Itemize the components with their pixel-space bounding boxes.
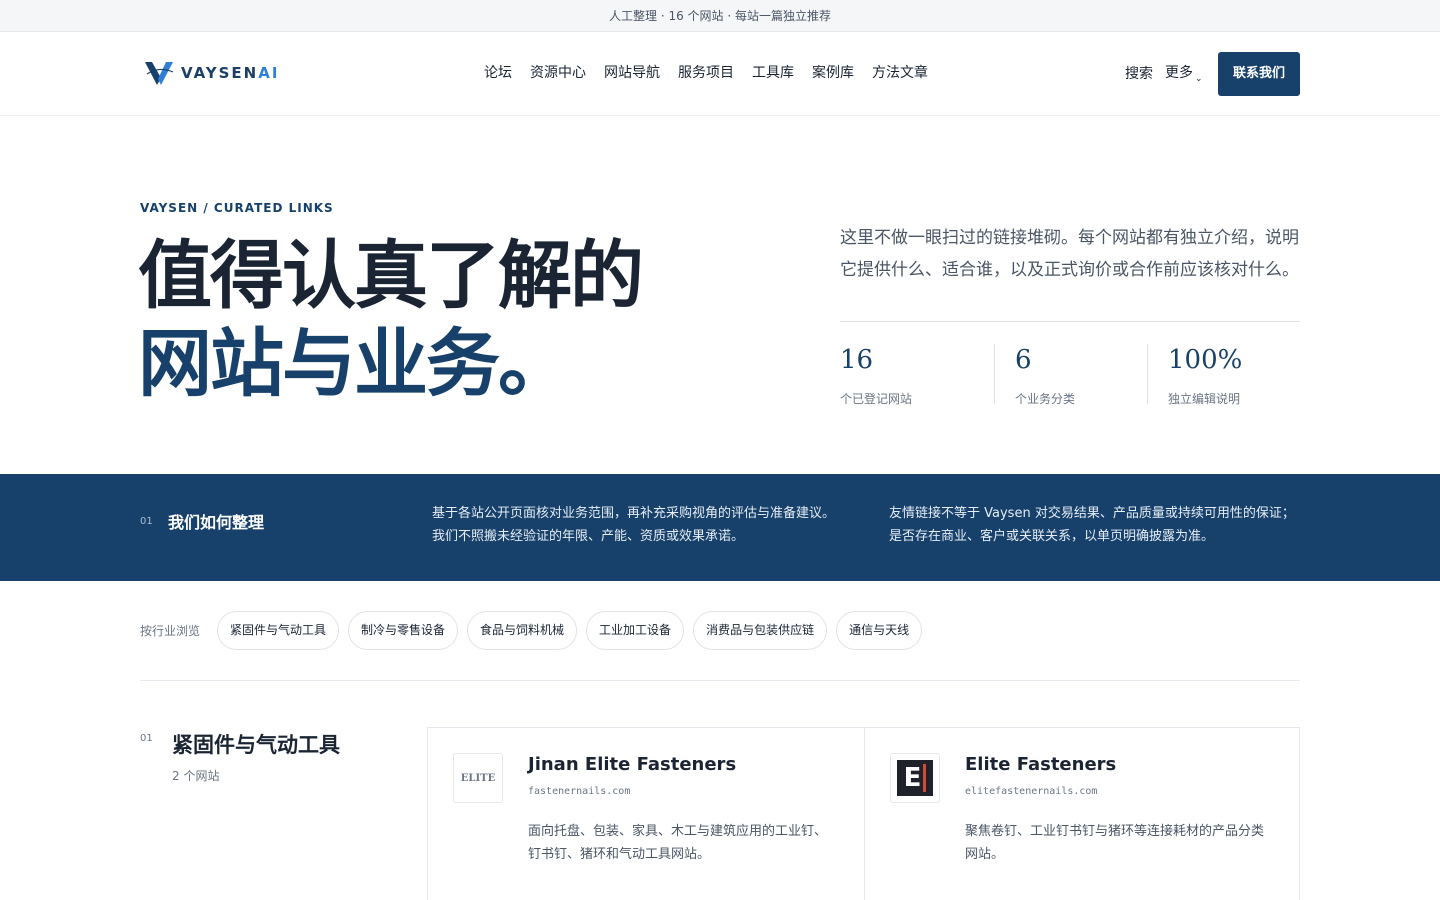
site-card-title[interactable]: Jinan Elite Fasteners xyxy=(528,754,736,775)
site-logo-e: E xyxy=(890,753,940,803)
site-card-url[interactable]: fastenernails.com xyxy=(528,786,630,797)
band-text-line: 我们不照搬未经验证的年限、产能、资质或效果承诺。 xyxy=(432,529,745,544)
site-card-description: 面向托盘、包装、家具、木工与建筑应用的工业钉、 钉书钉、猪环和气动工具网站。 xyxy=(528,820,838,866)
filter-chip-refrigeration[interactable]: 制冷与零售设备 xyxy=(348,611,459,650)
site-logo-text: E xyxy=(904,764,927,792)
section-title: 紧固件与气动工具 xyxy=(172,733,340,757)
filter-chip-telecom[interactable]: 通信与天线 xyxy=(836,611,923,650)
hero-title-line-1: 值得认真了解的 xyxy=(138,233,644,319)
e-logo-icon: E xyxy=(897,760,933,796)
stat-label: 独立编辑说明 xyxy=(1168,392,1241,406)
nav-articles[interactable]: 方法文章 xyxy=(872,63,928,83)
hero-title-line-2: 网站与业务。 xyxy=(138,321,572,407)
site-logo-text: ELITE xyxy=(460,772,496,784)
filter-label: 按行业浏览 xyxy=(140,624,201,638)
stat-categories: 6 个业务分类 xyxy=(1015,344,1076,406)
logo-wordmark: VAYSENAI xyxy=(181,64,280,82)
nav-forum[interactable]: 论坛 xyxy=(484,63,512,83)
hero-description: 这里不做一眼扫过的链接堆砌。每个网站都有独立介绍，说明它提供什么、适合谁，以及正… xyxy=(840,228,1299,280)
stat-separator xyxy=(994,344,995,404)
section-number: 01 xyxy=(140,733,153,744)
announcement-bar: 人工整理 · 16 个网站 · 每站一篇独立推荐 xyxy=(0,0,1440,32)
hero-title: 值得认真了解的 网站与业务。 xyxy=(138,232,778,408)
stat-value: 16 xyxy=(840,345,874,375)
stat-label: 个业务分类 xyxy=(1015,392,1076,406)
nav-services[interactable]: 服务项目 xyxy=(678,63,734,83)
band-title: 我们如何整理 xyxy=(168,513,265,532)
section-site-count: 2 个网站 xyxy=(172,769,220,783)
band-number: 01 xyxy=(140,516,153,527)
stat-editorial: 100% 独立编辑说明 xyxy=(1168,344,1243,406)
site-card-url[interactable]: elitefastenernails.com xyxy=(965,786,1097,797)
site-cards: ELITE Jinan Elite Fasteners fastenernail… xyxy=(427,727,1300,900)
vaysen-logo-icon xyxy=(145,62,174,85)
band-paragraph-2: 友情链接不等于 Vaysen 对交易结果、产品质量或持续可用性的保证； 是否存在… xyxy=(889,502,1295,548)
nav-resources[interactable]: 资源中心 xyxy=(530,63,586,83)
filter-chip-fasteners[interactable]: 紧固件与气动工具 xyxy=(217,611,340,650)
nav-cases[interactable]: 案例库 xyxy=(812,63,854,83)
contact-us-button[interactable]: 联系我们 xyxy=(1218,52,1300,96)
stats-divider xyxy=(840,321,1300,322)
hero-eyebrow: VAYSEN / CURATED LINKS xyxy=(140,201,334,215)
header-utilities: 搜索 更多 ⌄ xyxy=(1125,63,1203,85)
band-text-line: 基于各站公开页面核对业务范围，再补充采购视角的评估与准备建议。 xyxy=(432,506,836,521)
industry-filter-chips: 紧固件与气动工具 制冷与零售设备 食品与饲料机械 工业加工设备 消费品与包装供应… xyxy=(217,611,923,650)
filter-chip-consumer-packaging[interactable]: 消费品与包装供应链 xyxy=(693,611,828,650)
site-logo[interactable]: VAYSENAI xyxy=(143,58,279,88)
nav-tools[interactable]: 工具库 xyxy=(752,63,794,83)
stat-sites: 16 个已登记网站 xyxy=(840,344,913,406)
band-text-line: 是否存在商业、客户或关联关系，以单页明确披露为准。 xyxy=(889,529,1215,544)
band-text-line: 友情链接不等于 Vaysen 对交易结果、产品质量或持续可用性的保证； xyxy=(889,506,1295,521)
chevron-down-icon: ⌄ xyxy=(1195,74,1203,84)
search-link[interactable]: 搜索 xyxy=(1125,64,1153,84)
methodology-band: 01 我们如何整理 基于各站公开页面核对业务范围，再补充采购视角的评估与准备建议… xyxy=(0,474,1440,581)
stat-value: 100% xyxy=(1168,345,1243,375)
stat-label: 个已登记网站 xyxy=(840,392,913,406)
site-logo-elite: ELITE xyxy=(453,753,503,803)
stat-separator xyxy=(1147,344,1148,404)
description-line: 钉书钉、猪环和气动工具网站。 xyxy=(528,847,711,862)
nav-site-directory[interactable]: 网站导航 xyxy=(604,63,660,83)
stat-value: 6 xyxy=(1015,345,1032,375)
filter-chip-industrial[interactable]: 工业加工设备 xyxy=(586,611,685,650)
announcement-text: 人工整理 · 16 个网站 · 每站一篇独立推荐 xyxy=(609,9,831,23)
section-divider xyxy=(140,680,1300,681)
band-paragraph-1: 基于各站公开页面核对业务范围，再补充采购视角的评估与准备建议。 我们不照搬未经验… xyxy=(432,502,835,548)
site-card[interactable]: E Elite Fasteners elitefastenernails.com… xyxy=(864,728,1300,900)
description-line: 网站。 xyxy=(965,847,1005,862)
description-line: 聚焦卷钉、工业钉书钉与猪环等连接耗材的产品分类 xyxy=(965,824,1265,839)
site-card[interactable]: ELITE Jinan Elite Fasteners fastenernail… xyxy=(428,728,864,900)
filter-chip-food-machinery[interactable]: 食品与饲料机械 xyxy=(467,611,578,650)
more-menu[interactable]: 更多 ⌄ xyxy=(1165,63,1203,85)
site-card-title[interactable]: Elite Fasteners xyxy=(965,754,1116,775)
main-nav: 论坛 资源中心 网站导航 服务项目 工具库 案例库 方法文章 xyxy=(484,63,928,83)
description-line: 面向托盘、包装、家具、木工与建筑应用的工业钉、 xyxy=(528,824,828,839)
site-card-description: 聚焦卷钉、工业钉书钉与猪环等连接耗材的产品分类 网站。 xyxy=(965,820,1275,866)
